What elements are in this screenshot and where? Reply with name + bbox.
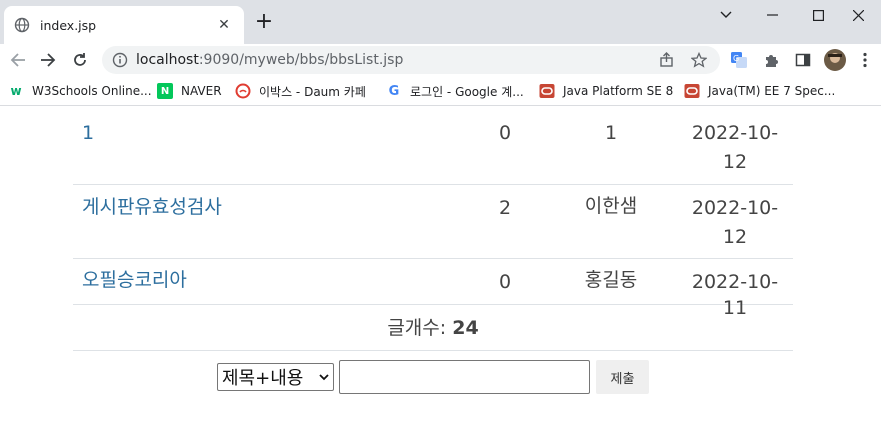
oracle-icon <box>539 83 555 99</box>
read-count: 2 <box>498 197 512 219</box>
bookmark-java-ee7[interactable]: Java(TM) EE 7 Spec... <box>684 82 835 100</box>
writer: 1 <box>604 122 618 144</box>
side-panel-icon[interactable] <box>791 48 815 72</box>
bookmark-google-login[interactable]: G 로그인 - Google 계... <box>386 82 524 100</box>
date-line-2: 12 <box>722 151 748 173</box>
browser-toolbar: localhost:9090/myweb/bbs/bbsList.jsp G <box>0 44 881 76</box>
w3schools-icon: w <box>10 84 22 98</box>
board-list: 1 0 1 2022-10- 12 게시판유효성검사 2 이한샘 2022-10… <box>73 107 793 351</box>
search-form: 제목+내용 제출 <box>217 360 649 394</box>
date-line-1: 2022-10- <box>691 122 779 144</box>
post-title-link[interactable]: 1 <box>82 120 94 146</box>
total-count-label: 글개수: <box>387 317 447 339</box>
search-field-select[interactable]: 제목+내용 <box>217 363 334 391</box>
svg-text:G: G <box>733 54 739 63</box>
search-field-selected: 제목+내용 <box>222 368 304 389</box>
tab-strip: index.jsp ✕ + <box>0 0 881 44</box>
tab-title: index.jsp <box>40 17 97 33</box>
tab-search-chevron-icon[interactable] <box>703 0 749 30</box>
reload-icon[interactable] <box>68 48 92 72</box>
total-count: 글개수: 24 <box>73 305 793 351</box>
back-arrow-icon[interactable] <box>6 48 30 72</box>
extensions-puzzle-icon[interactable] <box>759 48 783 72</box>
chevron-down-icon <box>319 371 329 384</box>
date-line-2: 12 <box>722 226 748 248</box>
oracle-icon <box>684 83 700 99</box>
bookmark-label: Java Platform SE 8 <box>563 84 674 98</box>
daum-cafe-icon <box>235 83 251 99</box>
bookmark-label: Java(TM) EE 7 Spec... <box>708 84 836 98</box>
bookmark-label: 이박스 - Daum 카페 <box>259 84 366 99</box>
url-text: localhost:9090/myweb/bbs/bbsList.jsp <box>136 52 403 68</box>
table-row: 게시판유효성검사 2 이한샘 2022-10- 12 <box>73 185 793 259</box>
page-content: 1 0 1 2022-10- 12 게시판유효성검사 2 이한샘 2022-10… <box>0 107 881 448</box>
globe-icon <box>14 17 30 33</box>
forward-arrow-icon[interactable] <box>36 48 60 72</box>
read-count: 0 <box>498 122 512 144</box>
bookmark-naver[interactable]: N NAVER <box>157 82 222 100</box>
bookmark-label: NAVER <box>181 84 222 98</box>
browser-tab[interactable]: index.jsp ✕ <box>4 6 244 44</box>
url-path: :9090/myweb/bbs/bbsList.jsp <box>198 52 404 68</box>
naver-icon: N <box>157 83 173 99</box>
tab-close-icon[interactable]: ✕ <box>214 17 234 33</box>
date-line-1: 2022-10- <box>691 197 779 219</box>
address-bar[interactable]: localhost:9090/myweb/bbs/bbsList.jsp <box>102 46 720 74</box>
bookmark-java-se8[interactable]: Java Platform SE 8 <box>539 82 673 100</box>
read-count: 0 <box>498 271 512 293</box>
google-icon: G <box>388 83 400 99</box>
submit-button[interactable]: 제출 <box>596 360 649 394</box>
share-icon[interactable] <box>657 50 677 70</box>
search-keyword-input[interactable] <box>339 360 590 394</box>
total-count-value: 24 <box>452 317 479 339</box>
bookmark-label: W3Schools Online... <box>32 84 152 98</box>
minimize-icon[interactable] <box>749 0 795 30</box>
table-row: 오필승코리아 0 홍길동 2022-10-11 <box>73 259 793 319</box>
bookmark-daum-cafe[interactable]: 이박스 - Daum 카페 <box>235 82 366 100</box>
more-menu-icon[interactable] <box>853 48 877 72</box>
translate-icon[interactable]: G <box>727 48 751 72</box>
site-info-icon[interactable] <box>112 52 128 68</box>
bookmark-w3schools[interactable]: w W3Schools Online... <box>8 82 152 100</box>
table-row: 1 0 1 2022-10- 12 <box>73 107 793 185</box>
url-host: localhost <box>136 52 199 68</box>
post-title-link[interactable]: 게시판유효성검사 <box>82 194 222 220</box>
new-tab-icon[interactable]: + <box>252 10 276 34</box>
profile-avatar[interactable] <box>823 48 847 72</box>
bookmark-label: 로그인 - Google 계... <box>410 84 524 99</box>
close-window-icon[interactable] <box>835 0 881 30</box>
bookmarks-bar: w W3Schools Online... N NAVER 이박스 - Daum… <box>0 76 881 106</box>
post-title-link[interactable]: 오필승코리아 <box>82 267 187 293</box>
writer: 이한샘 <box>584 195 638 217</box>
writer: 홍길동 <box>584 269 638 291</box>
bookmark-star-icon[interactable] <box>689 50 709 70</box>
